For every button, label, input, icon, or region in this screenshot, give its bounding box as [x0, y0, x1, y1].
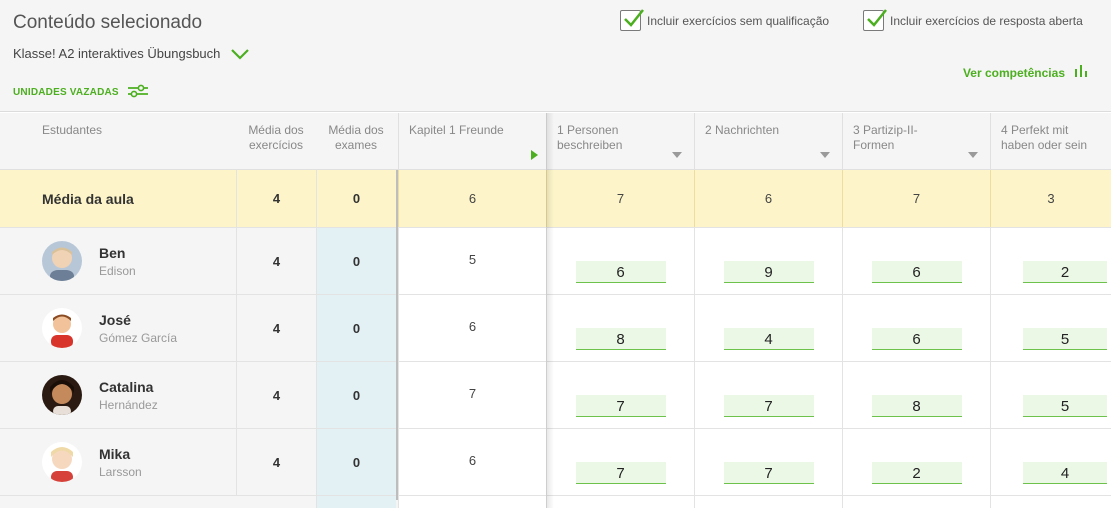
col-label: 3 Partizip-II-Formen — [853, 123, 918, 152]
avatar — [42, 442, 82, 482]
col-perfekt[interactable]: 4 Perfekt mit haben oder sein — [990, 113, 1111, 170]
sliders-icon — [127, 84, 149, 101]
average-exams: 0 — [352, 191, 361, 206]
student-last-name: Edison — [99, 263, 136, 278]
chevron-down-icon[interactable] — [230, 47, 250, 61]
student-kapitel-1: 5 — [468, 252, 477, 267]
expand-arrow-icon[interactable] — [531, 150, 538, 160]
view-competencies-link[interactable]: Ver competências — [963, 64, 1088, 81]
avatar — [42, 241, 82, 281]
score-cell[interactable]: 4 — [723, 328, 814, 350]
student-first-name: Catalina — [99, 378, 154, 395]
header: Conteúdo selecionado Klasse! A2 interakt… — [0, 0, 1111, 112]
score-cell[interactable]: 5 — [1023, 395, 1107, 417]
sort-down-icon[interactable] — [968, 152, 978, 158]
student-first-name: Ben — [99, 244, 126, 261]
col-kapitel-1[interactable]: Kapitel 1 Freunde — [398, 113, 546, 170]
bar-chart-icon — [1074, 64, 1088, 81]
col-label: 1 Personen beschreiben — [557, 123, 623, 152]
class-average-row: Média da aula 4 0 6 7 6 7 3 — [0, 170, 1111, 228]
score-cell[interactable]: 6 — [871, 261, 962, 283]
student-exams: 0 — [352, 387, 361, 403]
score-cell[interactable]: 7 — [575, 462, 666, 484]
col-exam-average: Média dos exames — [328, 123, 384, 152]
col-nachrichten[interactable]: 2 Nachrichten — [694, 113, 842, 170]
student-first-name: José — [99, 311, 131, 328]
student-exercises: 4 — [272, 454, 281, 470]
page-title: Conteúdo selecionado — [13, 12, 203, 33]
book-name: Klasse! A2 interaktives Übungsbuch — [13, 46, 221, 61]
units-filter-button[interactable]: UNIDADES VAZADAS — [13, 84, 149, 101]
score-cell[interactable]: 2 — [871, 462, 962, 484]
student-exercises: 4 — [272, 320, 281, 336]
student-row[interactable]: Ben Edison 4 0 5 6 9 6 2 — [0, 228, 1111, 295]
col-kapitel-1-label: Kapitel 1 Freunde — [409, 123, 504, 137]
score-cell[interactable]: 7 — [723, 462, 814, 484]
student-row[interactable]: José Gómez García 4 0 6 8 4 6 5 — [0, 295, 1111, 362]
results-table: Estudantes Média dos exercícios Média do… — [0, 113, 1111, 508]
class-average-label: Média da aula — [42, 190, 134, 207]
average-exercises: 4 — [272, 191, 281, 206]
col-label: 4 Perfekt mit haben oder sein — [1001, 123, 1088, 152]
student-last-name: Larsson — [99, 464, 142, 479]
option-unqualified-checkbox[interactable]: Incluir exercícios sem qualificação — [620, 9, 830, 31]
score-cell[interactable]: 7 — [723, 395, 814, 417]
score-cell[interactable]: 8 — [871, 395, 962, 417]
sort-down-icon[interactable] — [672, 152, 682, 158]
student-exercises: 4 — [272, 253, 281, 269]
score-cell[interactable]: 7 — [575, 395, 666, 417]
student-exams: 0 — [352, 253, 361, 269]
student-kapitel-1: 7 — [468, 386, 477, 401]
student-exercises: 4 — [272, 387, 281, 403]
score-cell[interactable]: 9 — [723, 261, 814, 283]
score-cell[interactable]: 6 — [871, 328, 962, 350]
score-cell[interactable]: 6 — [575, 261, 666, 283]
student-row[interactable]: Catalina Hernández 4 0 7 7 7 8 5 — [0, 362, 1111, 429]
average-kapitel-1: 6 — [468, 191, 477, 206]
student-row-partial — [0, 496, 1111, 508]
avatar — [42, 375, 82, 415]
option-open-answer-label: Incluir exercícios de resposta aberta — [890, 13, 1083, 28]
student-last-name: Gómez García — [99, 330, 178, 345]
average-c1: 7 — [616, 191, 625, 206]
score-cell[interactable]: 2 — [1023, 261, 1107, 283]
checkbox-checked-icon[interactable] — [863, 9, 887, 31]
col-students: Estudantes — [42, 123, 103, 137]
option-open-answer-checkbox[interactable]: Incluir exercícios de resposta aberta — [863, 9, 1083, 31]
average-c2: 6 — [764, 191, 773, 206]
option-unqualified-label: Incluir exercícios sem qualificação — [647, 13, 830, 28]
checkbox-checked-icon[interactable] — [620, 9, 644, 31]
sort-down-icon[interactable] — [820, 152, 830, 158]
col-label: 2 Nachrichten — [705, 123, 780, 137]
avatar — [42, 308, 82, 348]
view-competencies-label: Ver competências — [962, 65, 1065, 80]
units-label: UNIDADES VAZADAS — [13, 87, 119, 98]
student-exams: 0 — [352, 320, 361, 336]
average-c4: 3 — [1047, 191, 1055, 206]
student-exams: 0 — [352, 454, 361, 470]
col-personen-beschreiben[interactable]: 1 Personen beschreiben — [546, 113, 694, 170]
score-cell[interactable]: 4 — [1023, 462, 1107, 484]
col-exercise-average: Média dos exercícios — [248, 123, 304, 152]
score-cell[interactable]: 5 — [1023, 328, 1107, 350]
student-kapitel-1: 6 — [468, 453, 477, 468]
book-selector[interactable]: Klasse! A2 interaktives Übungsbuch — [13, 46, 250, 61]
student-last-name: Hernández — [99, 397, 158, 412]
student-first-name: Mika — [99, 445, 131, 462]
col-partizip-formen[interactable]: 3 Partizip-II-Formen — [842, 113, 990, 170]
vertical-scrollbar[interactable] — [396, 170, 398, 500]
student-kapitel-1: 6 — [468, 319, 477, 334]
results-page: Conteúdo selecionado Klasse! A2 interakt… — [0, 0, 1111, 508]
table-header: Estudantes Média dos exercícios Média do… — [0, 113, 1111, 170]
student-row[interactable]: Mika Larsson 4 0 6 7 7 2 4 — [0, 429, 1111, 496]
average-c3: 7 — [912, 191, 921, 206]
score-cell[interactable]: 8 — [575, 328, 666, 350]
